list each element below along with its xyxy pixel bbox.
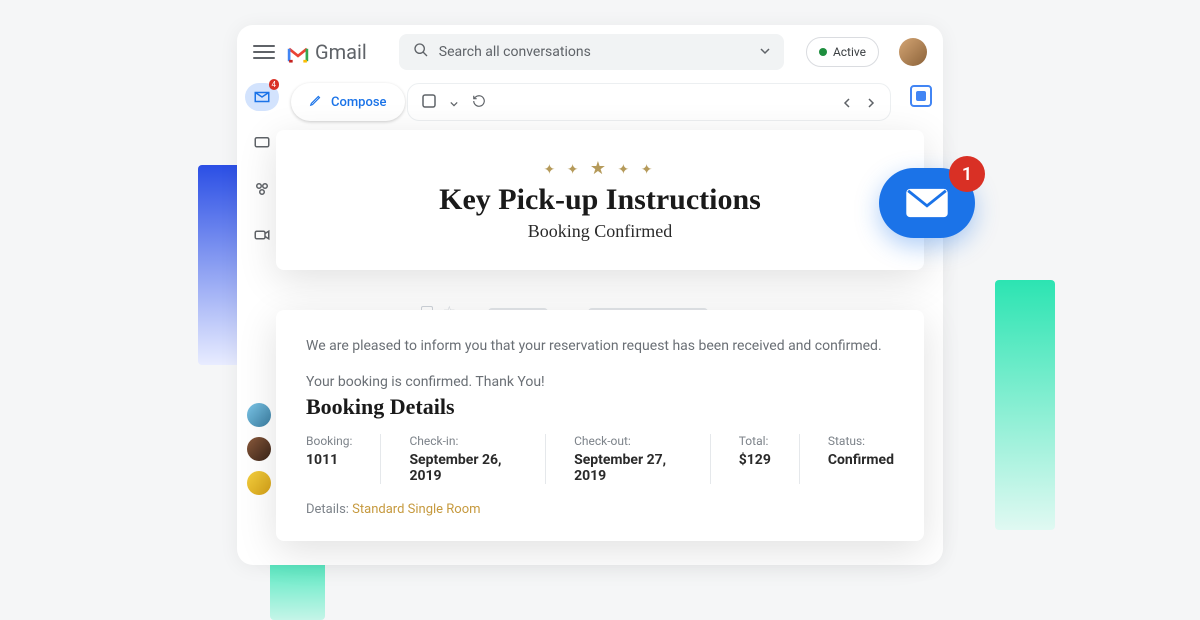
checkout-value: September 27, 2019 (574, 452, 682, 484)
booking-grid: Booking: 1011 Check-in: September 26, 20… (306, 434, 894, 484)
booking-intro-text: We are pleased to inform you that your r… (306, 338, 894, 354)
decorative-teal-bar (995, 280, 1055, 530)
email-subtitle: Booking Confirmed (528, 221, 673, 242)
details-line: Details: Standard Single Room (306, 502, 894, 517)
total-value: $129 (739, 452, 771, 468)
mail-toolbar (407, 83, 891, 121)
rail-mail-icon[interactable]: 4 (245, 83, 279, 111)
booking-section-title: Booking Details (306, 394, 894, 420)
search-icon (413, 42, 429, 62)
details-label: Details: (306, 502, 349, 517)
contact-avatar[interactable] (247, 471, 271, 495)
booking-value: 1011 (306, 452, 352, 468)
search-caret-icon[interactable] (760, 44, 770, 60)
select-checkbox[interactable] (422, 93, 436, 112)
contact-avatar[interactable] (247, 437, 271, 461)
gmail-logo: Gmail (287, 40, 367, 64)
status-label: Status: (828, 434, 894, 448)
rail-mail-badge: 4 (269, 79, 280, 90)
account-avatar[interactable] (899, 38, 927, 66)
booking-label: Booking: (306, 434, 352, 448)
active-label: Active (833, 45, 866, 59)
rail-spaces-icon[interactable] (245, 175, 279, 203)
checkin-value: September 26, 2019 (409, 452, 517, 484)
details-link[interactable]: Standard Single Room (352, 502, 480, 517)
pencil-icon (309, 93, 323, 111)
mail-notification-badge[interactable]: 1 (879, 168, 975, 238)
checkout-label: Check-out: (574, 434, 682, 448)
envelope-icon (904, 187, 950, 219)
hamburger-menu-icon[interactable] (253, 45, 275, 59)
gmail-brand-text: Gmail (315, 40, 367, 64)
compose-button[interactable]: Compose (291, 83, 405, 121)
status-value: Confirmed (828, 452, 894, 468)
checkin-label: Check-in: (409, 434, 517, 448)
gmail-m-icon (287, 44, 309, 60)
search-input[interactable]: Search all conversations (399, 34, 784, 70)
stars-decoration: ✦ ✦ ★ ✦ ✦ (544, 158, 657, 179)
rail-bottom-avatars (247, 403, 271, 495)
calendar-icon[interactable] (910, 85, 932, 107)
refresh-icon[interactable] (472, 93, 486, 112)
gmail-top-bar: Gmail Search all conversations Active (237, 25, 943, 79)
prev-page-icon[interactable] (842, 93, 852, 112)
rail-chat-icon[interactable] (245, 129, 279, 157)
notification-count: 1 (949, 156, 985, 192)
active-status-chip[interactable]: Active (806, 37, 879, 67)
booking-details-card: We are pleased to inform you that your r… (276, 310, 924, 541)
next-page-icon[interactable] (866, 93, 876, 112)
search-placeholder: Search all conversations (439, 44, 591, 60)
email-title: Key Pick-up Instructions (439, 183, 761, 217)
toolbar-caret-icon[interactable] (450, 93, 458, 112)
contact-avatar[interactable] (247, 403, 271, 427)
rail-meet-icon[interactable] (245, 221, 279, 249)
email-header-card: ✦ ✦ ★ ✦ ✦ Key Pick-up Instructions Booki… (276, 130, 924, 270)
compose-label: Compose (331, 95, 387, 110)
total-label: Total: (739, 434, 771, 448)
active-dot-icon (819, 48, 827, 56)
booking-thanks-text: Your booking is confirmed. Thank You! (306, 374, 894, 390)
